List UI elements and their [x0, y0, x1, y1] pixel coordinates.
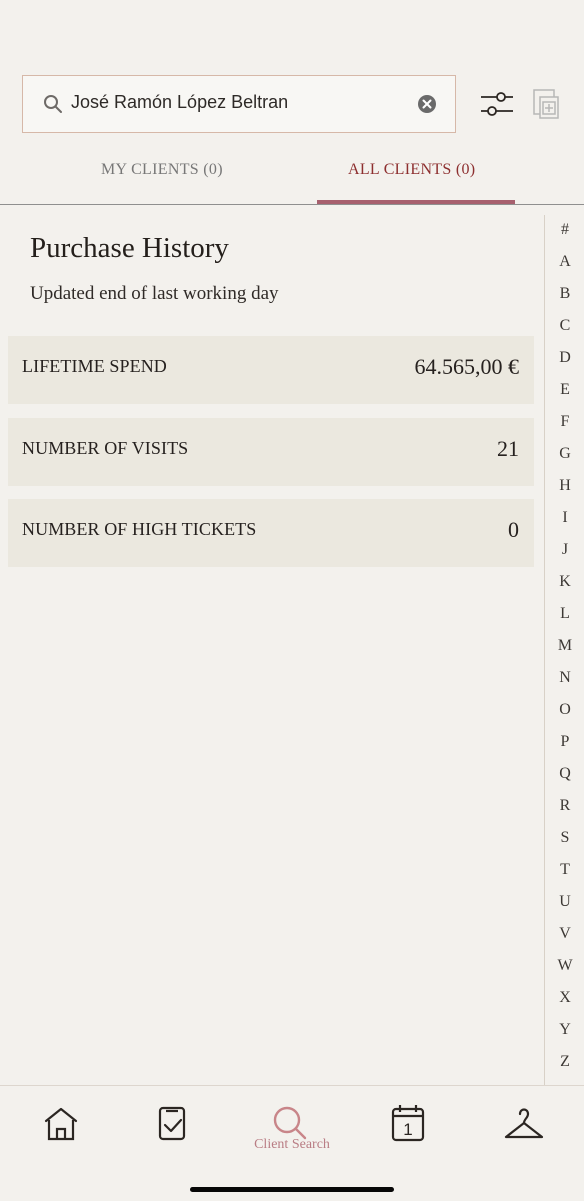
alphabet-index-letter[interactable]: B [545, 285, 584, 303]
purchase-history-title: Purchase History [30, 232, 229, 264]
alphabet-index-letter[interactable]: T [545, 861, 584, 879]
home-icon[interactable] [29, 1096, 93, 1152]
purchase-history-subtitle: Updated end of last working day [30, 283, 279, 304]
search-icon [44, 95, 62, 113]
alphabet-index-letter[interactable]: N [545, 669, 584, 687]
alphabet-index-letter[interactable]: G [545, 445, 584, 463]
client-search-nav-label[interactable]: Client Search [244, 1137, 340, 1153]
lifetime-spend-label: LIFETIME SPEND [22, 356, 167, 376]
alphabet-index-letter[interactable]: W [545, 957, 584, 975]
high-tickets-label: NUMBER OF HIGH TICKETS [22, 519, 257, 539]
alphabet-index-letter[interactable]: A [545, 253, 584, 271]
alphabet-index-letter[interactable]: Y [545, 1021, 584, 1039]
lifetime-spend-value: 64.565,00 € [414, 354, 520, 379]
number-of-visits-label: NUMBER OF VISITS [22, 438, 189, 458]
alphabet-index-letter[interactable]: J [545, 541, 584, 559]
calendar-date: 1 [403, 1120, 412, 1139]
high-tickets-row: NUMBER OF HIGH TICKETS 0 [8, 499, 534, 567]
alphabet-index-letter[interactable]: H [545, 477, 584, 495]
tab-all-clients[interactable]: ALL CLIENTS (0) [348, 161, 475, 179]
hanger-icon[interactable] [492, 1096, 556, 1152]
alphabet-index-letter[interactable]: S [545, 829, 584, 847]
alphabet-index-letter[interactable]: Z [545, 1053, 584, 1071]
filter-icon[interactable] [479, 88, 515, 120]
alphabet-index-letter[interactable]: V [545, 925, 584, 943]
number-of-visits-value: 21 [497, 436, 519, 461]
active-tab-indicator [317, 200, 515, 204]
alphabet-index-letter[interactable]: L [545, 605, 584, 623]
lifetime-spend-row: LIFETIME SPEND 64.565,00 € [8, 336, 534, 404]
alphabet-index-letter[interactable]: Q [545, 765, 584, 783]
alphabet-index-letter[interactable]: E [545, 381, 584, 399]
checklist-icon[interactable] [142, 1096, 206, 1152]
alphabet-index-letter[interactable]: R [545, 797, 584, 815]
copy-icon[interactable] [528, 88, 562, 122]
alphabet-index-letter[interactable]: I [545, 509, 584, 527]
number-of-visits-row: NUMBER OF VISITS 21 [8, 418, 534, 486]
client-search-field[interactable]: José Ramón López Beltran [22, 75, 456, 133]
alphabet-index-letter[interactable]: C [545, 317, 584, 335]
alphabet-index-letter[interactable]: # [545, 221, 584, 239]
alphabet-index-letter[interactable]: X [545, 989, 584, 1007]
calendar-icon[interactable]: 1 [376, 1096, 440, 1152]
alphabet-index[interactable]: # A B C D E F G H I J K L M N O P Q R S … [544, 215, 584, 1085]
alphabet-index-letter[interactable]: F [545, 413, 584, 431]
alphabet-index-letter[interactable]: O [545, 701, 584, 719]
tab-my-clients[interactable]: MY CLIENTS (0) [101, 161, 223, 179]
bottom-navigation: Client Search 1 [0, 1085, 584, 1201]
alphabet-index-letter[interactable]: D [545, 349, 584, 367]
clear-search-icon[interactable] [417, 94, 437, 114]
home-indicator [190, 1187, 394, 1192]
alphabet-index-letter[interactable]: U [545, 893, 584, 911]
high-tickets-value: 0 [508, 517, 519, 542]
alphabet-index-letter[interactable]: K [545, 573, 584, 591]
client-tabs: MY CLIENTS (0) ALL CLIENTS (0) [0, 145, 584, 205]
alphabet-index-letter[interactable]: P [545, 733, 584, 751]
alphabet-index-letter[interactable]: M [545, 637, 584, 655]
search-value: José Ramón López Beltran [71, 92, 289, 112]
